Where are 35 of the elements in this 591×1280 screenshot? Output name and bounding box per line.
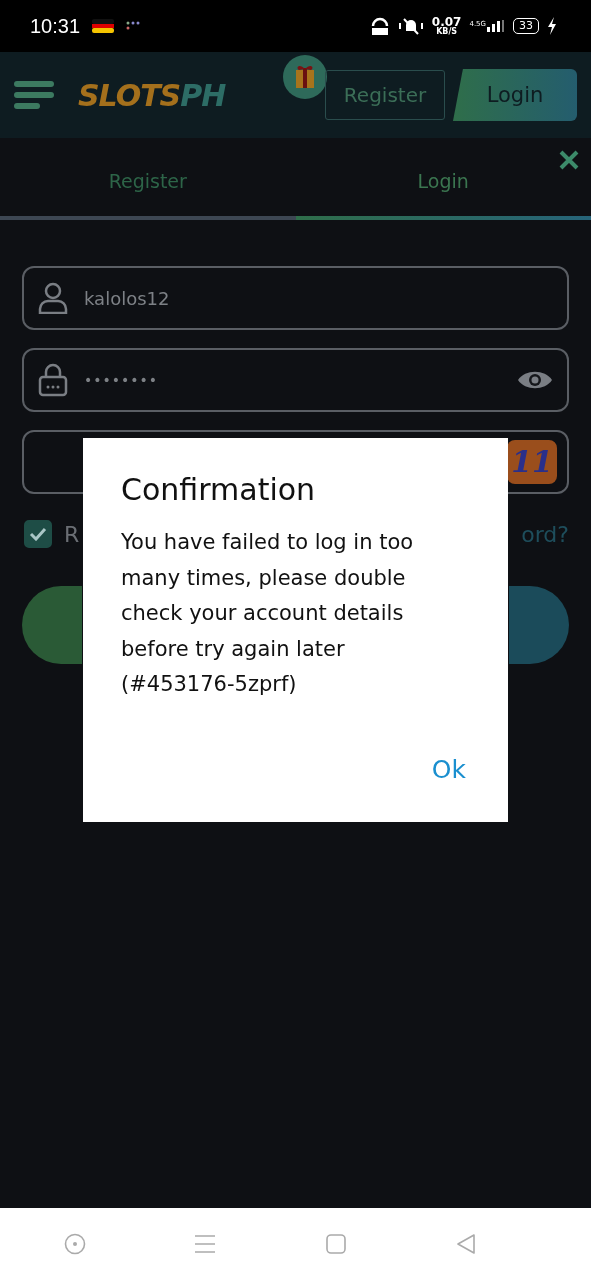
ok-button[interactable]: Ok <box>427 755 470 784</box>
checkbox[interactable] <box>24 520 52 548</box>
remember-label: R <box>64 521 80 547</box>
muted-bell-icon <box>397 17 424 35</box>
register-button[interactable]: Register <box>325 70 445 120</box>
user-icon <box>38 282 68 314</box>
charging-icon <box>547 17 557 35</box>
login-button[interactable]: Login <box>453 69 577 121</box>
close-icon <box>559 150 579 170</box>
dialog-title: Confirmation <box>121 472 317 507</box>
notification-dots-icon <box>126 21 141 31</box>
battery-level: 33 <box>513 18 539 34</box>
menu-icon <box>194 1234 217 1254</box>
clock-time: 10:31 <box>30 14 81 38</box>
password-field[interactable]: •••••••• <box>22 348 569 412</box>
checkmark-icon <box>29 527 47 541</box>
home-icon <box>324 1233 347 1255</box>
menu-icon <box>14 80 56 110</box>
gift-icon <box>283 55 327 99</box>
tab[interactable]: Login <box>295 138 591 220</box>
speed-unit: KB/S <box>436 28 458 36</box>
submit-button-edge[interactable] <box>22 586 82 664</box>
captcha-image: 11 <box>507 440 557 484</box>
forgot-password-link[interactable]: ord? <box>521 521 569 547</box>
submit-button-edge[interactable] <box>509 586 569 664</box>
flag-icon <box>92 19 115 33</box>
tab[interactable]: Register <box>0 138 296 220</box>
network-speed: 0.07 <box>431 16 462 28</box>
back-icon <box>454 1233 477 1255</box>
signal-icon <box>487 20 505 32</box>
username-field[interactable]: kalolos12 <box>22 266 569 330</box>
assistant-icon <box>64 1233 87 1255</box>
lock-icon <box>38 363 68 397</box>
logo: SLOTSPH <box>78 77 226 113</box>
dialog-message: You have failed to log in too many times, please double check your account details before try again later (#453176-5zprf) <box>121 529 415 698</box>
